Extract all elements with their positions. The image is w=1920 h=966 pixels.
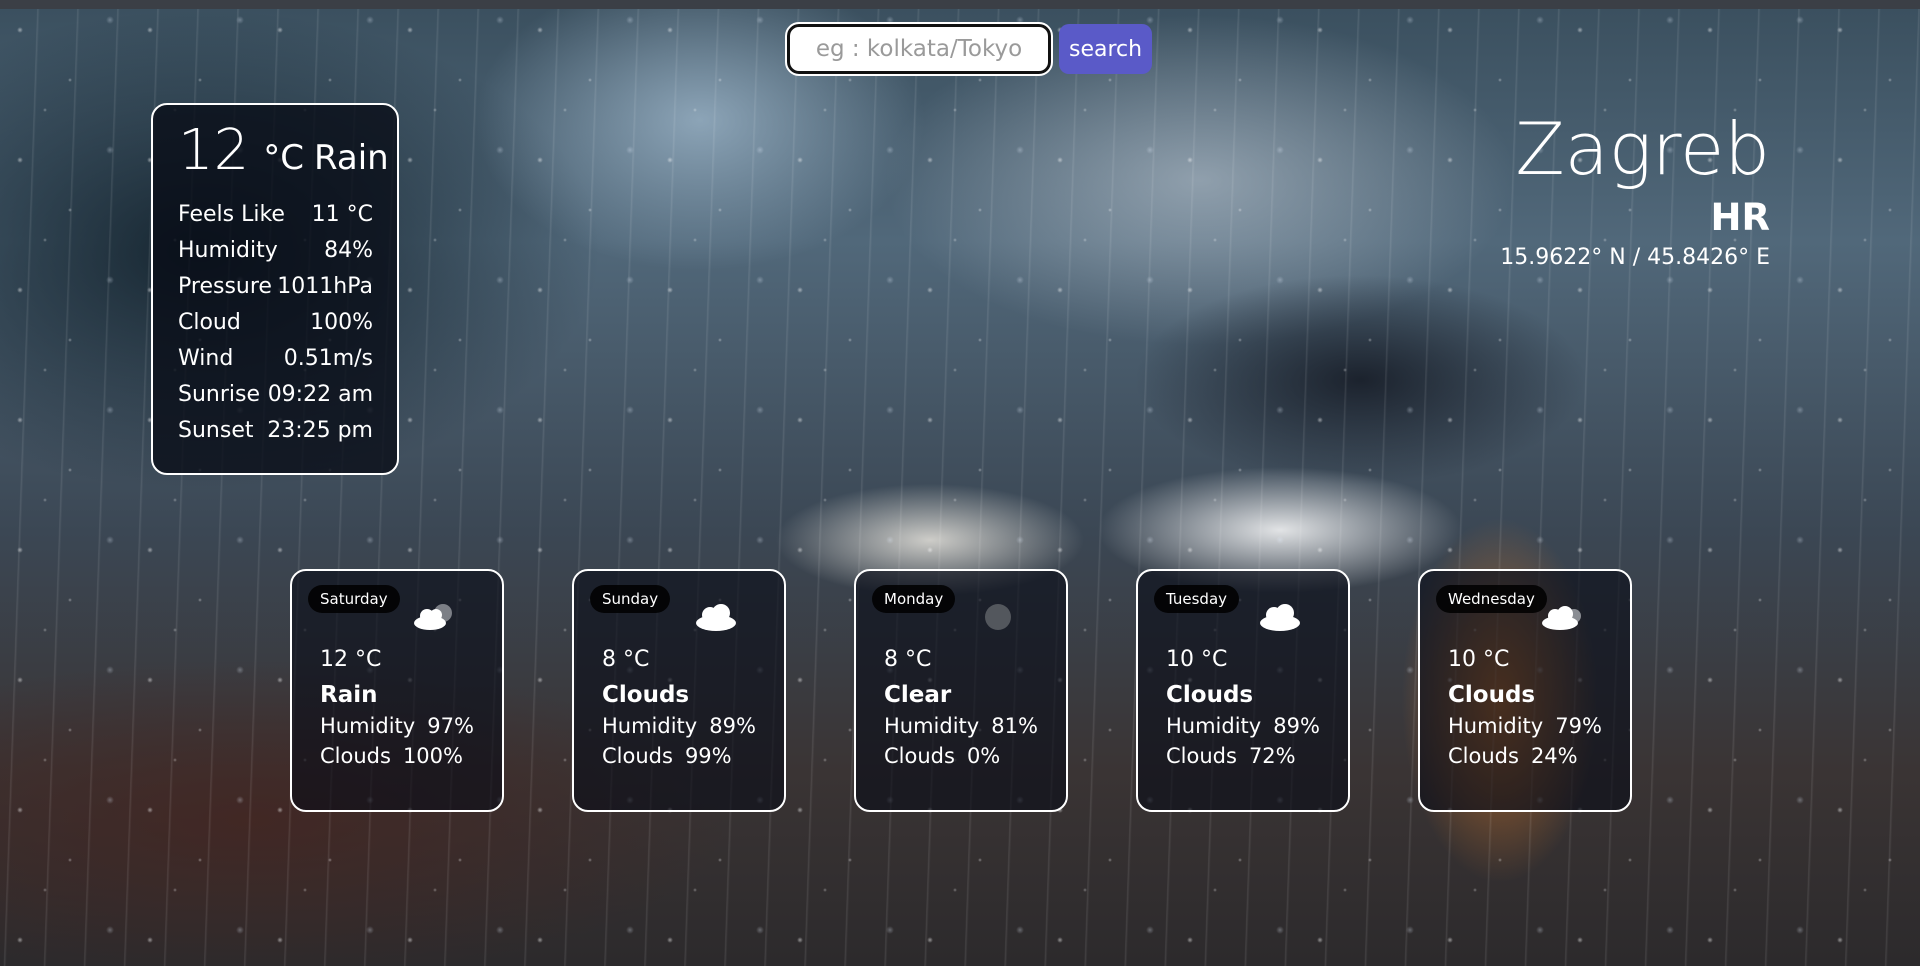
- stat-label: Feels Like: [178, 202, 285, 227]
- stat-cloud: Cloud 100%: [178, 305, 373, 341]
- forecast-day: Tuesday: [1154, 585, 1240, 613]
- forecast-day: Monday: [872, 585, 956, 613]
- forecast-humidity-label: Humidity: [1166, 714, 1262, 738]
- stat-label: Sunset: [178, 418, 254, 443]
- forecast-clouds-value: 100%: [402, 744, 463, 768]
- forecast-card-saturday: Saturday 12 °C Rain Humidity 97% Clouds 10…: [290, 569, 504, 812]
- stat-value: 100%: [310, 310, 373, 335]
- forecast-humidity: Humidity 97%: [320, 714, 502, 738]
- city-name: Zagreb: [1515, 107, 1770, 191]
- forecast-humidity-value: 79%: [1555, 714, 1602, 738]
- current-condition: Rain: [314, 138, 389, 178]
- coordinates: 15.9622° N / 45.8426° E: [1500, 244, 1770, 270]
- forecast-card-wednesday: Wednesday 10 °C Clouds Humidity 79% Cloud…: [1418, 569, 1632, 812]
- forecast-temperature: 10 °C: [1448, 647, 1510, 672]
- stat-label: Pressure: [178, 274, 272, 299]
- forecast-day: Wednesday: [1436, 585, 1547, 613]
- forecast-humidity-label: Humidity: [1448, 714, 1544, 738]
- search-input[interactable]: [785, 22, 1053, 76]
- forecast-day: Sunday: [590, 585, 671, 613]
- forecast-clouds-label: Clouds: [602, 744, 673, 768]
- forecast-condition: Rain: [320, 682, 378, 708]
- forecast-humidity: Humidity 89%: [1166, 714, 1348, 738]
- forecast-list: Saturday 12 °C Rain Humidity 97% Clouds 10…: [290, 569, 1632, 812]
- stat-label: Sunrise: [178, 382, 261, 407]
- forecast-humidity-value: 89%: [709, 714, 756, 738]
- forecast-humidity-label: Humidity: [320, 714, 416, 738]
- country-code: HR: [1710, 195, 1770, 239]
- stat-value: 1011hPa: [277, 274, 373, 299]
- stat-pressure: Pressure 1011hPa: [178, 269, 373, 305]
- current-weather-card: 12 °C Rain Feels Like 11 °C Humidity 84%…: [151, 103, 399, 475]
- current-temperature: 12: [178, 118, 250, 183]
- forecast-humidity-label: Humidity: [602, 714, 698, 738]
- forecast-condition: Clouds: [1448, 682, 1536, 708]
- forecast-clouds-value: 99%: [684, 744, 732, 768]
- stat-value: 11 °C: [311, 202, 373, 227]
- forecast-clouds-value: 0%: [966, 744, 1001, 768]
- stat-sunrise: Sunrise 09:22 am: [178, 377, 373, 413]
- forecast-humidity: Humidity 79%: [1448, 714, 1630, 738]
- stat-wind: Wind 0.51m/s: [178, 341, 373, 377]
- browser-top-edge: [0, 0, 1920, 9]
- cloud-icon: [1260, 604, 1300, 631]
- clear-moon-icon: [985, 604, 1011, 630]
- forecast-card-monday: Monday 8 °C Clear Humidity 81% Clouds 0%: [854, 569, 1068, 812]
- stat-value: 0.51m/s: [283, 346, 373, 371]
- forecast-temperature: 10 °C: [1166, 647, 1228, 672]
- search-button[interactable]: search: [1059, 24, 1153, 74]
- forecast-clouds: Clouds 0%: [884, 744, 1066, 768]
- stat-label: Cloud: [178, 310, 241, 335]
- stat-value: 84%: [324, 238, 373, 263]
- forecast-humidity-value: 89%: [1273, 714, 1320, 738]
- forecast-clouds-label: Clouds: [1448, 744, 1519, 768]
- stat-humidity: Humidity 84%: [178, 233, 373, 269]
- forecast-humidity: Humidity 89%: [602, 714, 784, 738]
- forecast-humidity-value: 97%: [427, 714, 474, 738]
- cloud-rain-icon: [414, 604, 452, 630]
- forecast-condition: Clear: [884, 682, 952, 708]
- current-summary: 12 °C Rain: [178, 118, 389, 183]
- current-temperature-unit: °C: [263, 138, 305, 178]
- forecast-temperature: 8 °C: [884, 647, 932, 672]
- forecast-clouds-value: 72%: [1248, 744, 1296, 768]
- forecast-clouds: Clouds 100%: [320, 744, 502, 768]
- forecast-condition: Clouds: [1166, 682, 1254, 708]
- stat-feels-like: Feels Like 11 °C: [178, 197, 373, 233]
- forecast-clouds: Clouds 72%: [1166, 744, 1348, 768]
- forecast-clouds-label: Clouds: [320, 744, 391, 768]
- forecast-card-tuesday: Tuesday 10 °C Clouds Humidity 89% Clouds 7…: [1136, 569, 1350, 812]
- stat-value: 23:25 pm: [267, 418, 373, 443]
- forecast-humidity-label: Humidity: [884, 714, 980, 738]
- forecast-day: Saturday: [308, 585, 400, 613]
- search-bar: search: [785, 22, 1153, 76]
- forecast-clouds-label: Clouds: [884, 744, 955, 768]
- forecast-clouds-label: Clouds: [1166, 744, 1237, 768]
- weather-app: search 12 °C Rain Feels Like 11 °C Humid…: [0, 0, 1920, 966]
- forecast-temperature: 8 °C: [602, 647, 650, 672]
- forecast-temperature: 12 °C: [320, 647, 382, 672]
- forecast-humidity: Humidity 81%: [884, 714, 1066, 738]
- forecast-clouds: Clouds 99%: [602, 744, 784, 768]
- forecast-clouds-value: 24%: [1530, 744, 1578, 768]
- stat-sunset: Sunset 23:25 pm: [178, 413, 373, 449]
- forecast-card-sunday: Sunday 8 °C Clouds Humidity 89% Clouds 99%: [572, 569, 786, 812]
- location-info: Zagreb HR 15.9622° N / 45.8426° E: [1500, 107, 1770, 270]
- cloud-icon: [696, 604, 736, 631]
- stat-value: 09:22 am: [267, 382, 373, 407]
- forecast-clouds: Clouds 24%: [1448, 744, 1630, 768]
- forecast-condition: Clouds: [602, 682, 690, 708]
- stat-label: Humidity: [178, 238, 278, 263]
- forecast-humidity-value: 81%: [991, 714, 1038, 738]
- stat-label: Wind: [178, 346, 234, 371]
- cloud-icon: [1542, 606, 1581, 630]
